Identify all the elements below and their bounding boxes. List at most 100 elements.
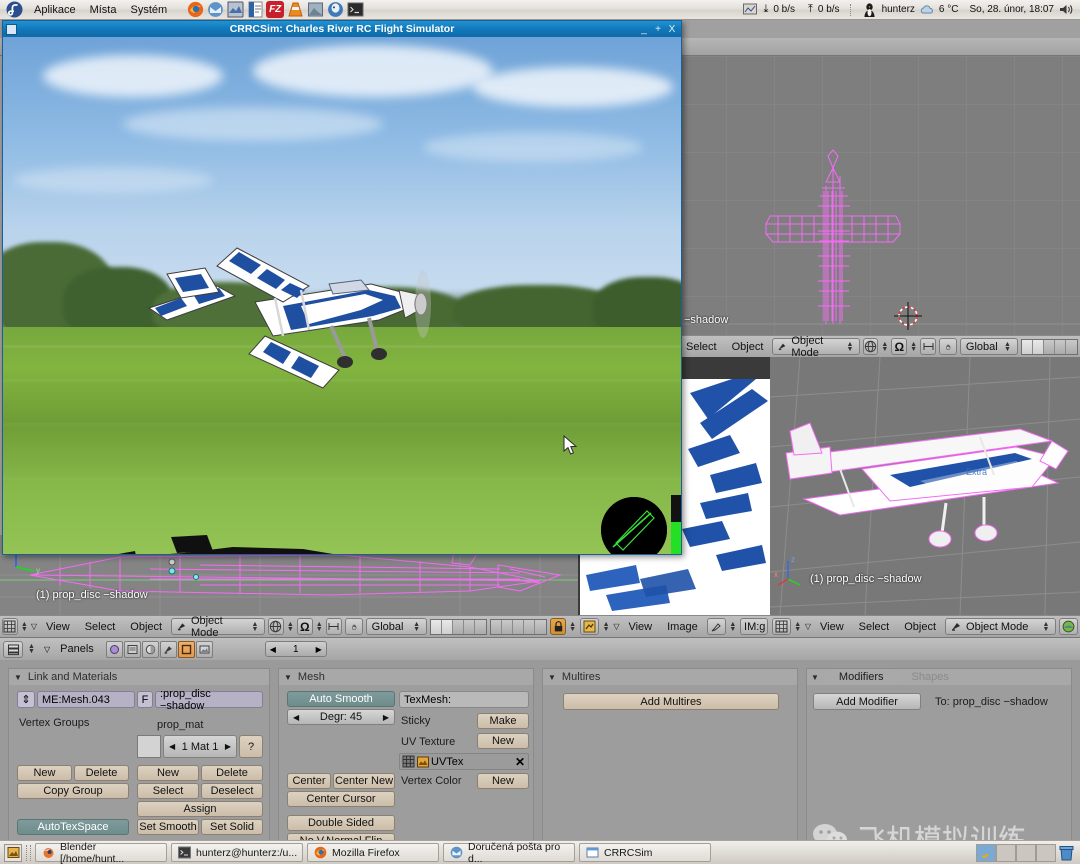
draw-type-chevron-icon[interactable]: ▲ ▼ <box>287 621 294 633</box>
task-evolution[interactable]: Doručená pošta pro d... <box>443 841 575 864</box>
center-new-button[interactable]: Center New <box>333 773 395 789</box>
texture-context-icon[interactable] <box>195 640 213 658</box>
workspace-2[interactable] <box>996 843 1016 862</box>
show-desktop-button[interactable] <box>4 843 22 862</box>
menu-image[interactable]: Image <box>661 619 704 635</box>
editing-context-icon[interactable] <box>159 640 177 658</box>
object-context-icon[interactable] <box>123 640 141 658</box>
editor-type-chevron-icon[interactable]: ▲ ▼ <box>21 621 28 633</box>
material-assign-button[interactable]: Assign <box>137 801 263 817</box>
pivot-chevron-icon[interactable]: ▲ ▼ <box>910 341 917 353</box>
layer-selector-b[interactable] <box>490 618 548 635</box>
auto-smooth-degree-slider[interactable]: ◀ Degr: 45 ▶ <box>287 709 395 725</box>
paint-chevron-icon[interactable]: ▲ ▼ <box>729 621 737 633</box>
viewport-top-right[interactable]: −shadow <box>678 56 1080 335</box>
editor-type-chevron-icon[interactable]: ▲ ▼ <box>794 621 802 633</box>
shading-button[interactable] <box>1059 618 1078 635</box>
menu-mista[interactable]: Místa <box>83 3 124 17</box>
uvtex-row[interactable]: UVTex ✕ <box>399 753 529 770</box>
orientation-selector[interactable]: Global ▲ ▼ <box>365 618 428 635</box>
trash-button[interactable] <box>1056 844 1076 862</box>
add-multires-button[interactable]: Add Multires <box>563 693 779 710</box>
pidgin-launcher-icon[interactable] <box>326 1 344 18</box>
mode-selector[interactable]: Object Mode ▲ ▼ <box>945 618 1057 635</box>
gnome-taskbar[interactable]: Blender [/home/hunt... hunterz@hunterz:/… <box>0 840 1080 864</box>
image-name-field[interactable]: IM:g <box>740 618 769 635</box>
set-smooth-button[interactable]: Set Smooth <box>137 819 199 835</box>
collapse-triangle-icon[interactable]: ▼ <box>14 673 22 682</box>
lock-button[interactable] <box>550 618 567 635</box>
scene-context-icon[interactable] <box>105 640 123 658</box>
auto-smooth-button[interactable]: Auto Smooth <box>287 691 395 707</box>
layer-selector[interactable] <box>1020 338 1078 355</box>
chevron-left-icon[interactable]: ◀ <box>293 713 299 722</box>
close-button[interactable]: X <box>666 23 678 35</box>
vlc-launcher-icon[interactable] <box>286 1 304 18</box>
collapse-triangle-icon[interactable]: ▼ <box>284 673 292 682</box>
draw-type-chevron-icon[interactable]: ▲ ▼ <box>881 341 888 353</box>
panel-link-and-materials-title[interactable]: ▼ Link and Materials <box>9 669 269 685</box>
buttons-window-header[interactable]: ▲ ▼ ▽ Panels ◀ 1 ▶ <box>0 638 1080 660</box>
tab-shapes[interactable]: Shapes <box>898 670 963 685</box>
material-index-selector[interactable]: ◀ 1 Mat 1 ▶ <box>163 735 237 758</box>
clock[interactable]: So, 28. únor, 18:07 <box>969 4 1054 15</box>
center-button-group[interactable]: Center Center New Center Cursor <box>287 773 395 807</box>
launcher-bar[interactable]: FZ <box>186 1 364 18</box>
pivot-chevron-icon[interactable]: ▲ ▼ <box>316 621 323 633</box>
image-paint-button[interactable] <box>706 618 726 635</box>
transform-hand-button[interactable] <box>938 338 957 355</box>
chevron-right-icon[interactable]: ▶ <box>316 645 322 654</box>
archive-launcher-icon[interactable] <box>306 1 324 18</box>
lock-chevron-icon[interactable]: ▲ ▼ <box>569 621 576 633</box>
texmesh-field[interactable]: TexMesh: <box>399 691 529 708</box>
material-delete-button[interactable]: Delete <box>201 765 263 781</box>
mesh-name-field[interactable]: ME:Mesh.043 <box>37 691 135 708</box>
menu-view[interactable]: View <box>814 619 850 635</box>
window-controls[interactable]: _ + X <box>638 23 681 35</box>
material-preview-swatch[interactable] <box>137 735 161 758</box>
transform-hand-button[interactable] <box>344 618 363 635</box>
tab-modifiers[interactable]: Modifiers <box>824 669 898 685</box>
sticky-make-button[interactable]: Make <box>477 713 529 729</box>
menu-system[interactable]: Systém <box>123 3 174 17</box>
mode-selector[interactable]: Object Mode ▲ ▼ <box>772 335 860 359</box>
task-terminal[interactable]: hunterz@hunterz:/u... <box>171 843 303 862</box>
vgroup-delete-button[interactable]: Delete <box>74 765 129 781</box>
task-firefox[interactable]: Mozilla Firefox <box>307 843 439 862</box>
fedora-logo-icon[interactable] <box>4 1 24 18</box>
crrcsim-titlebar[interactable]: CRRCSim: Charles River RC Flight Simulat… <box>3 21 681 37</box>
editor-type-button[interactable] <box>2 618 18 635</box>
uv-editor-chevron-icon[interactable]: ▲ ▼ <box>602 621 610 633</box>
layer-selector-a[interactable] <box>430 618 488 635</box>
weather-icon[interactable] <box>920 4 934 16</box>
shading-context-icon[interactable] <box>141 640 159 658</box>
task-crrcsim[interactable]: CRRCSim <box>579 843 711 862</box>
viewport-top-right-header[interactable]: Select Object Object Mode ▲▼ ▲▼ Ω ▲▼ <box>678 335 1080 359</box>
buttons-editor-type-button[interactable] <box>3 640 23 658</box>
user-avatar-icon[interactable] <box>862 2 877 17</box>
mode-selector[interactable]: Object Mode ▲ ▼ <box>171 615 265 639</box>
maximize-button[interactable]: + <box>652 23 664 35</box>
header-pulldown-icon[interactable]: ▽ <box>805 622 811 631</box>
add-modifier-button[interactable]: Add Modifier <box>813 693 921 710</box>
panel-modifiers-title[interactable]: ▼ Modifiers Shapes <box>807 669 1071 685</box>
menu-select[interactable]: Select <box>680 339 723 355</box>
buttons-pulldown-icon[interactable]: ▽ <box>44 645 50 654</box>
filezilla-launcher-icon[interactable]: FZ <box>266 1 285 18</box>
panel-status-area[interactable]: ⤓ 0 b/s ⤒ 0 b/s hunterz 6 °C So, 28. úno… <box>743 2 1080 17</box>
pivot-button[interactable]: Ω <box>296 618 313 635</box>
evolution-launcher-icon[interactable] <box>206 1 224 18</box>
viewport-bottom-right-header[interactable]: ▲ ▼ ▽ View Select Object Object Mode ▲ ▼ <box>770 615 1080 637</box>
writer-launcher-icon[interactable] <box>246 1 264 18</box>
material-new-button[interactable]: New <box>137 765 199 781</box>
delete-x-icon[interactable]: ✕ <box>515 755 525 769</box>
vgroup-copy-group-button[interactable]: Copy Group <box>17 783 129 799</box>
draw-type-button[interactable] <box>268 618 284 635</box>
set-solid-button[interactable]: Set Solid <box>201 819 263 835</box>
orientation-selector[interactable]: Global ▲ ▼ <box>959 338 1018 355</box>
center-button[interactable]: Center <box>287 773 331 789</box>
crrcsim-window[interactable]: CRRCSim: Charles River RC Flight Simulat… <box>2 20 682 555</box>
uv-editor-header[interactable]: ▲ ▼ ▽ View Image ▲ ▼ IM:g <box>578 615 770 637</box>
header-pulldown-icon[interactable]: ▽ <box>31 622 37 631</box>
datablock-browse-icon[interactable]: ⇕ <box>17 691 35 708</box>
